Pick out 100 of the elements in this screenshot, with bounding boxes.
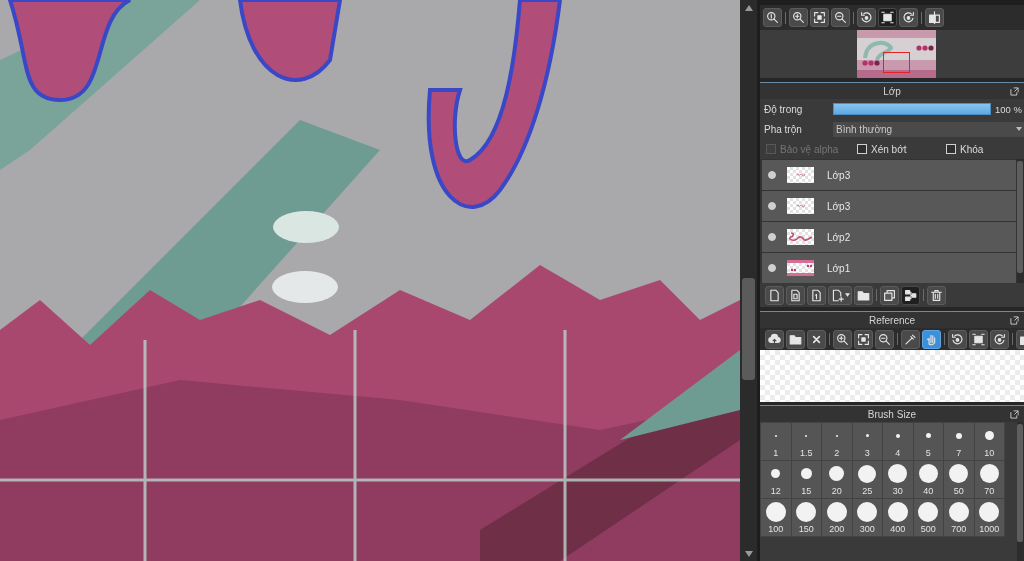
brush-dot-icon	[765, 501, 786, 522]
brush-dot-icon	[925, 433, 931, 438]
brush-size-option[interactable]: 300	[852, 499, 882, 536]
cloud-icon	[768, 332, 781, 346]
folder-icon	[857, 288, 870, 302]
brush-dot-icon	[857, 501, 878, 522]
brush-dot-icon	[918, 464, 938, 483]
blend-mode-label: Pha trộn	[764, 123, 803, 135]
brush-dot-icon	[826, 501, 847, 522]
fit-button[interactable]	[810, 8, 829, 27]
rotate-right-button[interactable]	[990, 329, 1009, 349]
popout-icon[interactable]	[1010, 86, 1019, 96]
zoom-out-button[interactable]	[831, 8, 850, 27]
zoom-in-button[interactable]	[789, 8, 808, 27]
new-1bit-layer-button[interactable]	[807, 285, 826, 305]
brush-size-option[interactable]: 7	[944, 423, 974, 460]
scrollbar-thumb[interactable]	[742, 278, 755, 380]
brush-size-option[interactable]: 1000	[974, 499, 1004, 536]
layer-row[interactable]: Lớp3	[762, 160, 1016, 190]
opacity-slider[interactable]	[833, 103, 991, 115]
popout-icon[interactable]	[1010, 315, 1019, 325]
brush-dot-icon	[984, 431, 994, 440]
visibility-dot-icon[interactable]	[768, 202, 776, 210]
brush-size-option[interactable]: 50	[944, 461, 974, 498]
brush-size-option[interactable]: 70	[974, 461, 1004, 498]
layer-row[interactable]: Lớp3	[762, 191, 1016, 221]
new-8bit-layer-button[interactable]	[786, 285, 805, 305]
trash-icon	[930, 288, 943, 302]
zoom-out-icon	[878, 332, 891, 346]
scroll-up-icon[interactable]	[744, 5, 753, 11]
visibility-dot-icon[interactable]	[768, 171, 776, 179]
brush-size-option[interactable]: 100	[761, 499, 791, 536]
fit-screen-icon	[813, 11, 826, 24]
visibility-dot-icon[interactable]	[768, 264, 776, 272]
brush-size-option[interactable]: 150	[791, 499, 821, 536]
rotate-left-button[interactable]	[857, 8, 876, 27]
layer-thumbnail	[787, 167, 814, 183]
add-layer-button[interactable]	[828, 285, 852, 305]
popout-icon[interactable]	[1010, 409, 1019, 419]
zoom-out-button[interactable]	[875, 329, 894, 349]
upload-button[interactable]	[765, 329, 784, 349]
brush-size-option[interactable]: 2	[822, 423, 852, 460]
brush-size-option[interactable]: 5	[913, 423, 943, 460]
visibility-dot-icon[interactable]	[768, 233, 776, 241]
new-folder-button[interactable]	[854, 285, 873, 305]
brush-size-option[interactable]: 500	[913, 499, 943, 536]
rotate-left-icon	[860, 11, 873, 24]
fit-window-button[interactable]	[969, 329, 988, 349]
layer-row[interactable]: Lớp2	[762, 222, 1016, 252]
actual-size-button[interactable]	[763, 8, 782, 27]
layer-thumbnail	[787, 260, 814, 276]
checkbox-label: Khóa	[960, 143, 984, 155]
brush-size-option[interactable]: 200	[822, 499, 852, 536]
flip-button[interactable]	[925, 8, 944, 27]
layer-row[interactable]: Lớp1	[762, 253, 1016, 283]
fit-window-button[interactable]	[878, 8, 897, 27]
brush-dot-icon	[918, 501, 939, 522]
brush-size-option[interactable]: 1	[761, 423, 791, 460]
merge-icon	[904, 288, 917, 302]
blend-mode-dropdown[interactable]: Bình thường	[833, 121, 1024, 137]
brush-size-option[interactable]: 25	[852, 461, 882, 498]
brush-size-option[interactable]: 400	[883, 499, 913, 536]
fit-button[interactable]	[854, 329, 873, 349]
close-button[interactable]	[807, 329, 826, 349]
rotate-left-button[interactable]	[948, 329, 967, 349]
brush-size-option[interactable]: 700	[944, 499, 974, 536]
brush-size-option[interactable]: 10	[974, 423, 1004, 460]
brush-dot-icon	[949, 464, 969, 483]
brush-size-option[interactable]: 30	[883, 461, 913, 498]
open-button[interactable]	[786, 329, 805, 349]
scrollbar-thumb[interactable]	[1017, 161, 1023, 273]
delete-layer-button[interactable]	[927, 285, 946, 305]
zoom-in-icon	[792, 11, 805, 24]
zoom-in-button[interactable]	[833, 329, 852, 349]
layer-thumbnail	[787, 198, 814, 214]
eyedropper-button[interactable]	[901, 329, 920, 349]
brush-size-option[interactable]: 20	[822, 461, 852, 498]
brush-size-option[interactable]: 40	[913, 461, 943, 498]
scroll-down-icon[interactable]	[744, 551, 753, 557]
scrollbar-thumb[interactable]	[1017, 424, 1023, 542]
page-plus-icon	[830, 288, 844, 302]
brush-dot-icon	[800, 468, 812, 479]
viewport-frame[interactable]	[883, 52, 910, 73]
brush-dot-icon	[979, 501, 1000, 522]
caret-icon	[844, 293, 850, 297]
brush-size-option[interactable]: 1.5	[791, 423, 821, 460]
brush-size-option[interactable]: 12	[761, 461, 791, 498]
brush-size-option[interactable]: 4	[883, 423, 913, 460]
brush-size-option[interactable]: 15	[791, 461, 821, 498]
duplicate-layer-button[interactable]	[880, 285, 899, 305]
rotate-left-icon	[951, 332, 964, 346]
page-icon	[789, 288, 802, 302]
brush-dot-icon	[865, 434, 869, 437]
brush-dot-icon	[979, 464, 999, 483]
rotate-right-button[interactable]	[899, 8, 918, 27]
merge-down-button[interactable]	[901, 285, 920, 305]
new-layer-button[interactable]	[765, 285, 784, 305]
brush-size-option[interactable]: 3	[852, 423, 882, 460]
hand-tool-button[interactable]	[922, 329, 941, 349]
eyedropper-icon	[904, 332, 917, 346]
